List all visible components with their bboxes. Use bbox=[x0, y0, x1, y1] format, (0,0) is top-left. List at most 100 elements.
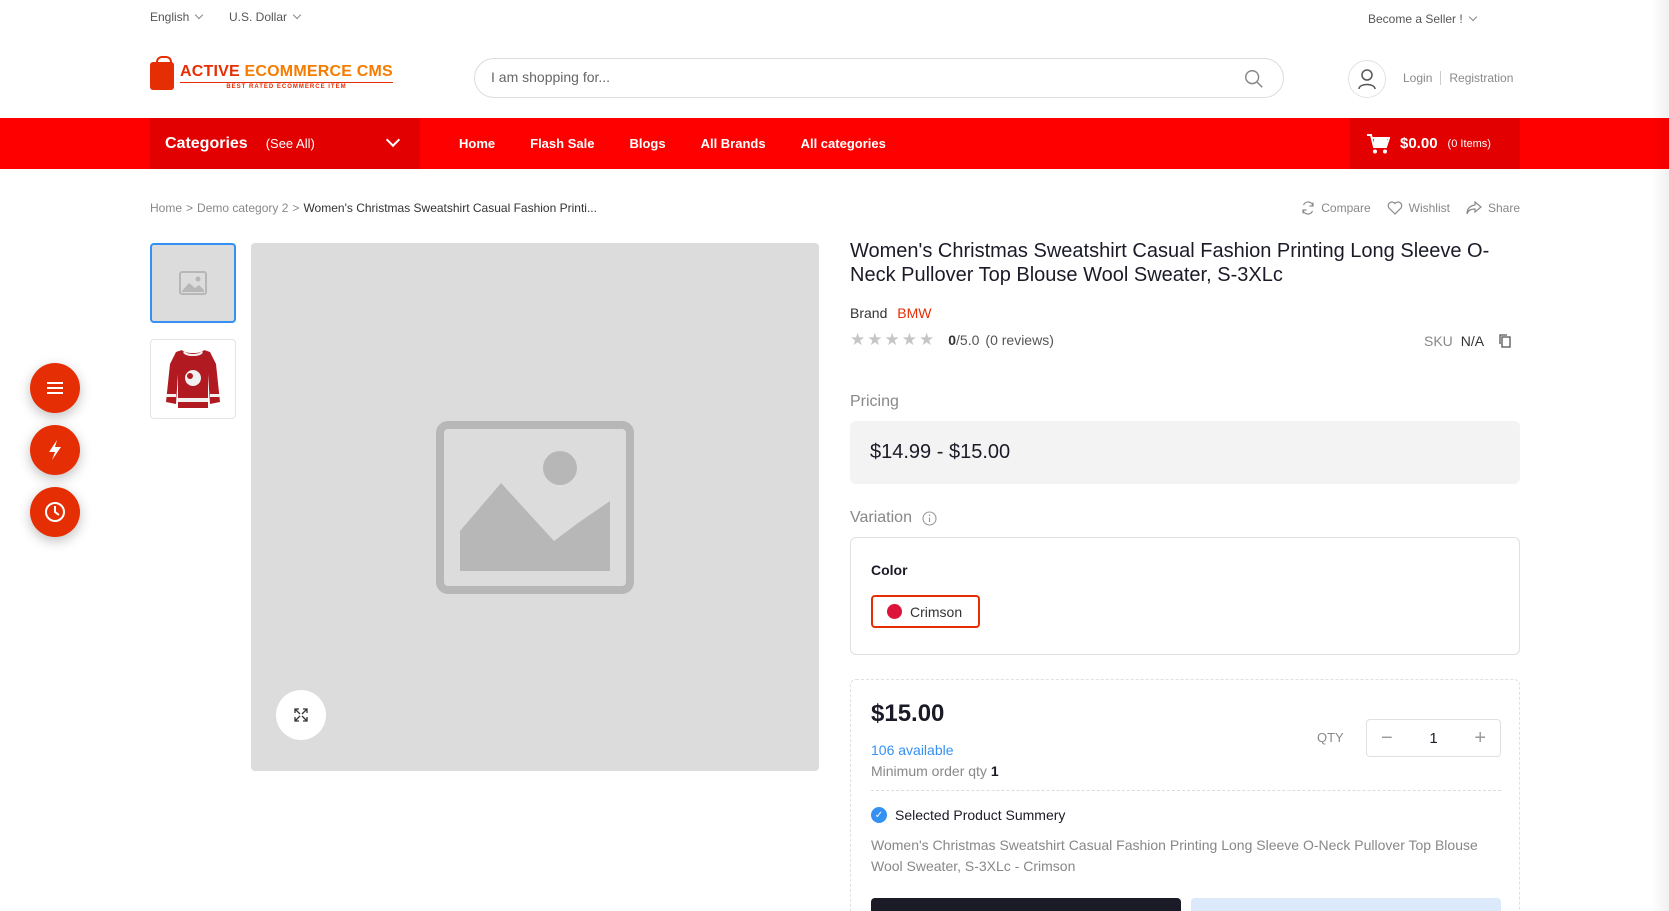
chevron-down-icon bbox=[292, 10, 302, 20]
summary-heading: ✓ Selected Product Summery bbox=[871, 807, 1065, 823]
pricing-label: Pricing bbox=[850, 393, 899, 410]
breadcrumb-home[interactable]: Home bbox=[150, 201, 182, 215]
breadcrumb: Home > Demo category 2 > Women's Christm… bbox=[150, 201, 597, 215]
brand-link[interactable]: BMW bbox=[897, 305, 931, 321]
nav-link-flash-sale[interactable]: Flash Sale bbox=[530, 136, 594, 151]
logo-title: ACTIVE ECOMMERCE CMS bbox=[180, 62, 393, 80]
compare-label: Compare bbox=[1321, 201, 1371, 215]
shopping-bag-icon bbox=[150, 56, 174, 90]
auth-links: Login Registration bbox=[1403, 71, 1513, 85]
user-icon bbox=[1358, 69, 1376, 90]
star-icon: ★ bbox=[919, 330, 935, 349]
thumbnail-placeholder[interactable] bbox=[150, 243, 236, 323]
stock-available: 106 available bbox=[871, 742, 954, 758]
qty-decrease-button[interactable]: − bbox=[1381, 728, 1393, 748]
info-icon[interactable] bbox=[922, 510, 937, 526]
share-button[interactable]: Share bbox=[1466, 201, 1520, 215]
product-brand: Brand BMW bbox=[850, 305, 931, 321]
language-selector[interactable]: English bbox=[150, 10, 204, 24]
price-range-box: $14.99 - $15.00 bbox=[850, 421, 1520, 484]
cart-amount: $0.00 bbox=[1400, 135, 1438, 152]
qty-label: QTY bbox=[1317, 730, 1344, 745]
divider bbox=[1440, 71, 1442, 85]
categories-dropdown[interactable]: Categories (See All) bbox=[150, 118, 420, 169]
qty-value[interactable]: 1 bbox=[1429, 730, 1437, 747]
divider bbox=[871, 790, 1501, 791]
become-seller-link[interactable]: Become a Seller ! bbox=[1368, 12, 1477, 26]
page-edge-shadow bbox=[1651, 0, 1669, 911]
summary-text: Women's Christmas Sweatshirt Casual Fash… bbox=[871, 837, 1478, 874]
nav-link-all-categories[interactable]: All categories bbox=[801, 136, 886, 151]
expand-icon bbox=[294, 708, 308, 722]
search-icon[interactable] bbox=[1243, 68, 1265, 90]
sku-label: SKU bbox=[1424, 333, 1453, 349]
heart-icon bbox=[1387, 201, 1402, 215]
thumbnail-sweater[interactable] bbox=[150, 339, 236, 419]
share-icon bbox=[1466, 201, 1482, 215]
chevron-down-icon bbox=[385, 132, 401, 148]
wishlist-button[interactable]: Wishlist bbox=[1387, 201, 1450, 215]
search-bar bbox=[474, 58, 1284, 98]
product-rating: ★ ★ ★ ★ ★ 0/5.0 (0 reviews) bbox=[850, 330, 1054, 350]
review-count[interactable]: (0 reviews) bbox=[985, 332, 1053, 348]
color-label: Color bbox=[871, 562, 908, 578]
registration-link[interactable]: Registration bbox=[1449, 71, 1513, 85]
secondary-action-button[interactable] bbox=[1191, 898, 1501, 911]
image-placeholder-icon bbox=[436, 421, 634, 594]
nav-link-blogs[interactable]: Blogs bbox=[629, 136, 665, 151]
see-all-label: (See All) bbox=[265, 136, 315, 151]
refresh-icon bbox=[1302, 201, 1314, 215]
wishlist-label: Wishlist bbox=[1408, 201, 1450, 215]
site-logo[interactable]: ACTIVE ECOMMERCE CMS BEST RATED ECOMMERC… bbox=[150, 56, 393, 90]
cart-button[interactable]: $0.00 (0 Items) bbox=[1350, 118, 1520, 169]
price-range: $14.99 - $15.00 bbox=[870, 441, 1011, 463]
main-product-image[interactable] bbox=[251, 243, 819, 771]
user-avatar[interactable] bbox=[1348, 60, 1386, 98]
menu-icon bbox=[47, 382, 63, 394]
clock-icon bbox=[45, 502, 65, 522]
breadcrumb-separator: > bbox=[292, 201, 300, 215]
copy-icon[interactable] bbox=[1498, 333, 1512, 349]
product-title: Women's Christmas Sweatshirt Casual Fash… bbox=[850, 240, 1490, 286]
qty-increase-button[interactable]: + bbox=[1474, 728, 1486, 748]
become-seller-label: Become a Seller ! bbox=[1368, 12, 1463, 26]
nav-link-all-brands[interactable]: All Brands bbox=[701, 136, 766, 151]
quantity-stepper: − 1 + bbox=[1366, 719, 1501, 757]
breadcrumb-current: Women's Christmas Sweatshirt Casual Fash… bbox=[303, 201, 597, 215]
currency-selector[interactable]: U.S. Dollar bbox=[229, 10, 302, 24]
product-actions: Compare Wishlist Share bbox=[1301, 201, 1520, 215]
color-option-crimson[interactable]: Crimson bbox=[871, 595, 980, 628]
fab-menu-button[interactable] bbox=[30, 363, 80, 413]
variation-box: Color Crimson bbox=[850, 537, 1520, 655]
fab-clock-button[interactable] bbox=[30, 487, 80, 537]
fab-flash-button[interactable] bbox=[30, 425, 80, 475]
sku-value: N/A bbox=[1460, 333, 1485, 349]
breadcrumb-category[interactable]: Demo category 2 bbox=[197, 201, 288, 215]
minimum-order: Minimum order qty 1 bbox=[871, 763, 999, 779]
login-link[interactable]: Login bbox=[1403, 71, 1432, 85]
compare-button[interactable]: Compare bbox=[1301, 201, 1371, 215]
breadcrumb-separator: > bbox=[186, 201, 194, 215]
star-icon: ★ bbox=[850, 330, 866, 349]
variation-label: Variation bbox=[850, 509, 912, 526]
product-sku: SKU N/A bbox=[1424, 333, 1512, 349]
search-input[interactable] bbox=[491, 69, 1191, 85]
language-label: English bbox=[150, 10, 190, 24]
total-price: $15.00 bbox=[871, 700, 945, 727]
expand-image-button[interactable] bbox=[276, 690, 326, 740]
top-bar: English U.S. Dollar Become a Seller ! bbox=[0, 0, 1669, 36]
color-swatch bbox=[887, 604, 902, 619]
check-icon: ✓ bbox=[871, 807, 887, 823]
flash-icon bbox=[49, 440, 61, 460]
cart-count: (0 Items) bbox=[1447, 137, 1491, 150]
primary-action-button[interactable] bbox=[871, 898, 1181, 911]
star-icon: ★ bbox=[867, 330, 883, 349]
brand-label: Brand bbox=[850, 305, 888, 321]
nav-link-home[interactable]: Home bbox=[459, 136, 495, 151]
image-placeholder-icon bbox=[179, 271, 207, 295]
star-icon: ★ bbox=[901, 330, 917, 349]
chevron-down-icon bbox=[195, 10, 204, 20]
chevron-down-icon bbox=[1468, 12, 1477, 22]
star-icon: ★ bbox=[884, 330, 900, 349]
categories-label: Categories bbox=[165, 134, 248, 152]
